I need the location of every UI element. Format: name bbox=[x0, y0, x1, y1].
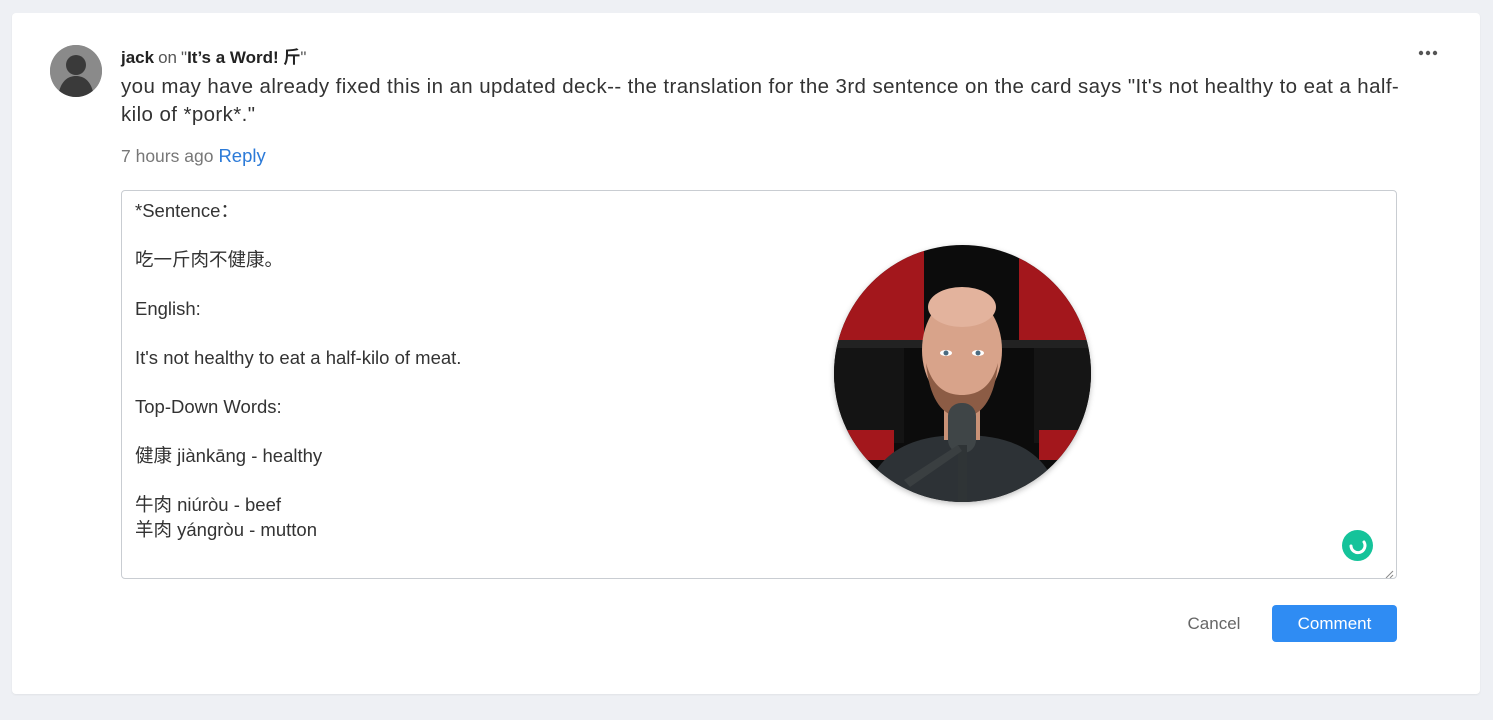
more-options-button[interactable] bbox=[1416, 43, 1440, 63]
grammar-check-icon bbox=[1349, 540, 1367, 555]
reply-line: It's not healthy to eat a half-kilo of m… bbox=[135, 347, 462, 368]
reply-line: ​ bbox=[135, 469, 461, 494]
user-silhouette-icon bbox=[50, 45, 102, 97]
reply-line: 牛肉 niúròu - beef bbox=[135, 494, 282, 515]
reply-line: English: bbox=[135, 298, 201, 319]
reply-line: 健康 jiànkāng - healthy bbox=[135, 445, 323, 466]
reply-line: *Sentence： bbox=[135, 200, 239, 221]
reply-link[interactable]: Reply bbox=[218, 145, 265, 166]
comment-author[interactable]: jack bbox=[121, 48, 154, 67]
comment-timestamp: 7 hours ago bbox=[121, 146, 214, 166]
reply-line: ​ bbox=[135, 420, 461, 445]
reply-line: Top-Down Words: bbox=[135, 396, 282, 417]
reply-line: ​ bbox=[135, 371, 461, 396]
deck-reference[interactable]: "It’s a Word! 斤" bbox=[181, 48, 306, 67]
reply-line: ​ bbox=[135, 273, 461, 298]
deck-title[interactable]: It’s a Word! 斤 bbox=[187, 48, 300, 67]
comment-meta: jack on "It’s a Word! 斤" bbox=[121, 43, 306, 68]
on-label: on bbox=[158, 48, 178, 67]
comment-footer: 7 hours ago Reply bbox=[121, 145, 266, 167]
comment-body: you may have already fixed this in an up… bbox=[121, 75, 1400, 126]
reply-line: ​ bbox=[135, 322, 461, 347]
webcam-overlay bbox=[834, 245, 1091, 502]
grammarly-icon[interactable] bbox=[1342, 530, 1373, 561]
reply-textarea[interactable]: *Sentence：​吃一斤肉不健康。​English:​It's not he… bbox=[121, 190, 1397, 579]
more-horizontal-icon bbox=[1418, 50, 1438, 56]
reply-line: 吃一斤肉不健康。 bbox=[135, 249, 284, 270]
cancel-button[interactable]: Cancel bbox=[1172, 605, 1256, 642]
deck-close-quote: " bbox=[300, 48, 307, 67]
presenter-video-image bbox=[834, 245, 1091, 502]
reply-line: 羊肉 yángròu - mutton bbox=[135, 518, 317, 540]
user-avatar[interactable] bbox=[50, 45, 102, 97]
comment-card: jack on "It’s a Word! 斤" you may have alre… bbox=[12, 13, 1480, 694]
resize-handle[interactable] bbox=[1384, 566, 1394, 578]
comment-submit-button[interactable]: Comment bbox=[1272, 605, 1397, 642]
reply-line: ​ bbox=[135, 224, 461, 249]
resize-grip-icon bbox=[1385, 570, 1394, 578]
reply-text[interactable]: *Sentence：​吃一斤肉不健康。​English:​It's not he… bbox=[135, 199, 461, 542]
